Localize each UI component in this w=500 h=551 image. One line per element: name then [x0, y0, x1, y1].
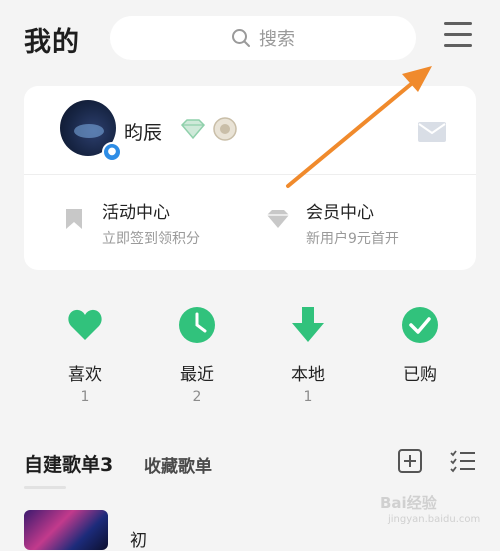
activity-center-subtitle: 立即签到领积分	[102, 231, 200, 247]
shortcut-recent[interactable]: 最近 2	[157, 306, 237, 405]
shortcut-local[interactable]: 本地 1	[268, 306, 348, 405]
manage-list-icon[interactable]	[450, 448, 476, 474]
vip-center-subtitle: 新用户9元首开	[306, 231, 399, 247]
card-divider	[24, 174, 476, 175]
profile-card: ● 昀辰 活动中心 立即签到领积分 会员中心 新用户9元首开	[24, 86, 476, 270]
bookmark-icon	[66, 209, 82, 229]
search-bar[interactable]: 搜索	[110, 16, 416, 60]
add-playlist-icon[interactable]	[397, 448, 423, 474]
tab-underline	[24, 486, 66, 489]
watermark-url: jingyan.baidu.com	[388, 514, 481, 525]
tab-collected-playlists[interactable]: 收藏歌单	[144, 452, 212, 477]
shortcut-label: 已购	[403, 365, 437, 385]
heart-icon	[68, 309, 102, 340]
username[interactable]: 昀辰	[124, 118, 162, 145]
watermark-text: Bai经验	[380, 494, 437, 512]
clock-icon	[179, 307, 215, 343]
playlist-title[interactable]: 初	[130, 526, 147, 551]
page-title: 我的	[24, 27, 80, 58]
playlist-cover[interactable]	[24, 510, 108, 550]
shortcut-label: 喜欢	[68, 365, 102, 385]
activity-center-title: 活动中心	[102, 203, 170, 223]
shortcut-purchased[interactable]: 已购	[380, 306, 460, 385]
shortcut-label: 本地	[291, 365, 325, 385]
vip-center-title: 会员中心	[306, 203, 374, 223]
shortcut-count: 1	[303, 389, 313, 405]
diamond-vip-icon[interactable]	[178, 118, 208, 140]
search-icon	[232, 29, 250, 47]
menu-icon[interactable]	[444, 22, 474, 54]
mail-icon[interactable]	[418, 122, 446, 142]
shortcut-label: 最近	[180, 365, 214, 385]
level-badge-icon[interactable]	[212, 116, 238, 142]
shortcut-liked[interactable]: 喜欢 1	[45, 306, 125, 405]
check-icon	[402, 307, 438, 343]
diamond-icon	[267, 210, 289, 228]
activity-center-item[interactable]: 活动中心 立即签到领积分	[64, 194, 264, 254]
search-placeholder: 搜索	[259, 29, 295, 50]
download-icon	[292, 307, 324, 342]
shortcut-count: 1	[80, 389, 90, 405]
verified-badge-icon: ●	[102, 142, 122, 162]
tab-created-playlists[interactable]: 自建歌单3	[24, 450, 113, 477]
shortcut-count: 2	[192, 389, 202, 405]
vip-center-item[interactable]: 会员中心 新用户9元首开	[264, 194, 464, 254]
